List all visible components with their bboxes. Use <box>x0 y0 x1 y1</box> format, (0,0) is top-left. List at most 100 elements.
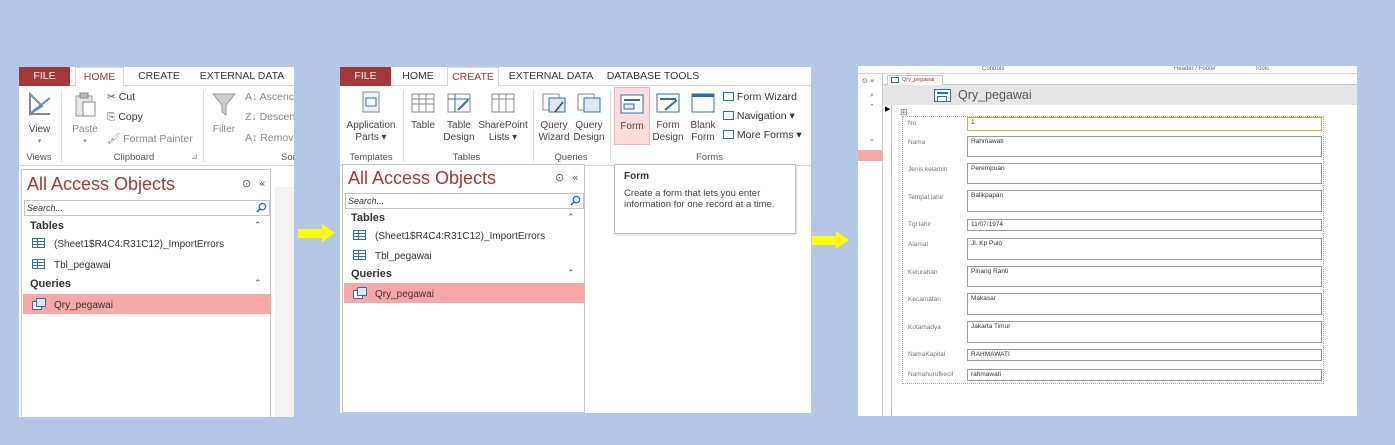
form-label: Form <box>620 121 644 132</box>
collapse-pane-icon[interactable]: « <box>572 171 579 184</box>
query-wizard-button[interactable]: Query Wizard <box>537 90 571 144</box>
navigation-button[interactable]: Navigation ▾ <box>723 110 795 122</box>
cut-button[interactable]: ✂ Cut <box>107 91 135 103</box>
sharepoint-lists-button[interactable]: SharePoint Lists ▾ <box>477 90 529 144</box>
tab-create[interactable]: CREATE <box>132 67 186 86</box>
dialog-launcher-icon[interactable]: ⊿ <box>191 152 198 161</box>
nav-pane-title[interactable]: All Access Objects <box>348 168 496 189</box>
query-design-button[interactable]: Query Design <box>572 90 606 144</box>
sharepoint-label-2: Lists ▾ <box>488 132 518 143</box>
tab-home[interactable]: HOME <box>75 67 124 87</box>
tools-group-label: Tools <box>1255 66 1270 72</box>
selected-query-indicator[interactable] <box>858 150 882 161</box>
paste-label: Paste <box>72 124 98 135</box>
nav-menu-icon[interactable]: ⊙ <box>242 177 251 190</box>
nav-item-table[interactable]: Tbl_pegawai <box>353 250 432 262</box>
form-button[interactable]: Form <box>614 87 650 145</box>
field-kotamadya[interactable]: Jakarta Timur <box>967 321 1322 343</box>
filter-button[interactable]: Filter <box>208 90 240 136</box>
search-icon[interactable] <box>570 195 581 206</box>
table-button[interactable]: Table <box>407 90 439 132</box>
field-label-tgl-lahir: Tgl lahir <box>908 221 932 228</box>
copy-button[interactable]: ⎘ Copy <box>107 111 143 124</box>
tab-external-data[interactable]: EXTERNAL DATA <box>197 67 287 86</box>
collapse-section-icon[interactable]: ⌃ <box>567 213 575 223</box>
format-painter-button[interactable]: 🖌 Format Painter <box>107 132 193 145</box>
field-tgl-lahir[interactable]: 11/07/1974 <box>967 219 1322 231</box>
form-icon <box>934 89 951 102</box>
table-design-label: Table <box>447 120 471 131</box>
collapse-section-icon[interactable]: ⌃ <box>869 138 875 146</box>
controls-group-label: Controls <box>982 66 1005 72</box>
field-label-alamat: Alamat <box>908 241 929 248</box>
object-label: (Sheet1$R4C4:R31C12)_ImportErrors <box>375 231 546 242</box>
search-input[interactable]: Search... <box>24 200 270 216</box>
field-label-nama: Nama <box>908 139 926 146</box>
field-namakapital[interactable]: RAHMAWATI <box>967 349 1322 361</box>
nav-item-table[interactable]: (Sheet1$R4C4:R31C12)_ImportErrors <box>353 230 545 242</box>
field-alamat[interactable]: Jl. Kp Pulo <box>967 238 1322 260</box>
form-header: Qry_pegawai <box>883 85 1357 105</box>
collapse-section-icon[interactable]: ⌃ <box>567 269 575 279</box>
document-tab-qry-pegawai[interactable]: Qry_pegawai <box>887 75 944 85</box>
search-placeholder: Search... <box>348 196 385 206</box>
navigation-pane: All Access Objects ⊙ « Search... Tables … <box>21 169 271 417</box>
search-input[interactable]: Search... <box>345 193 584 209</box>
tab-create[interactable]: CREATE <box>447 67 499 87</box>
more-forms-button[interactable]: More Forms ▾ <box>723 129 802 141</box>
nav-item-query-selected[interactable]: Qry_pegawai <box>23 294 271 314</box>
current-record-icon: ▶ <box>885 105 891 113</box>
query-wizard-label-2: Wizard <box>538 132 570 143</box>
tables-section-header[interactable]: Tables <box>30 220 64 232</box>
search-icon[interactable] <box>256 202 267 213</box>
search-icon[interactable]: ⌕ <box>870 91 874 100</box>
queries-section-header[interactable]: Queries <box>351 268 392 280</box>
sort-ascending-button[interactable]: A↓ Ascenc <box>245 91 294 103</box>
tables-section-header[interactable]: Tables <box>351 212 385 224</box>
form-wizard-label: Form Wizard <box>736 91 798 103</box>
nav-menu-icon[interactable]: ⊙ « <box>862 77 874 85</box>
more-forms-label: More Forms ▾ <box>736 129 802 141</box>
nav-menu-icon[interactable]: ⊙ <box>555 171 564 184</box>
document-tabs: Qry_pegawai <box>883 74 1357 85</box>
collapse-pane-icon[interactable]: « <box>259 177 266 190</box>
tab-database-tools[interactable]: DATABASE TOOLS <box>606 67 700 86</box>
field-label-namahurufkecil: Namahurufkecil <box>908 371 954 378</box>
tab-external-data[interactable]: EXTERNAL DATA <box>507 67 595 86</box>
tab-home[interactable]: HOME <box>396 67 440 86</box>
sort-descending-button[interactable]: Z↓ Descen <box>245 111 294 123</box>
field-no[interactable]: 1 <box>967 117 1322 131</box>
views-group-label: Views <box>26 152 52 163</box>
dropdown-arrow-icon: ▾ <box>37 138 42 145</box>
nav-pane-title[interactable]: All Access Objects <box>27 174 175 195</box>
form-design-label: Form <box>656 120 680 131</box>
queries-section-header[interactable]: Queries <box>30 278 71 290</box>
remove-sort-button[interactable]: A↕ Remov <box>245 132 293 144</box>
field-jenis-kelamin[interactable]: Perempuan <box>967 163 1322 184</box>
application-parts-button[interactable]: Application Parts ▾ <box>342 90 400 144</box>
access-form-view: Controls Header / Footer Tools ⊙ « ⌕ ⌃ ⌃… <box>858 66 1357 416</box>
collapse-section-icon[interactable]: ⌃ <box>869 103 875 111</box>
field-nama[interactable]: Rahmawati <box>967 136 1322 157</box>
nav-item-table[interactable]: Tbl_pegawai <box>32 259 111 271</box>
field-namahurufkecil[interactable]: rahmawati <box>967 369 1322 381</box>
tab-file[interactable]: FILE <box>340 67 391 86</box>
nav-item-table[interactable]: (Sheet1$R4C4:R31C12)_ImportErrors <box>32 238 224 250</box>
field-kecamatan[interactable]: Makasar <box>967 293 1322 315</box>
form-design-button[interactable]: Form Design <box>651 90 685 144</box>
collapse-section-icon[interactable]: ⌃ <box>254 221 262 231</box>
record-selector[interactable]: ▶ <box>883 105 892 416</box>
nav-item-query-selected[interactable]: Qry_pegawai <box>344 283 584 303</box>
view-button[interactable]: View ▾ <box>22 90 57 148</box>
collapse-section-icon[interactable]: ⌃ <box>254 279 262 289</box>
table-icon <box>32 238 45 248</box>
field-kelurahan[interactable]: Pinang Ranti <box>967 266 1322 287</box>
paste-button[interactable]: Paste ▾ <box>66 90 104 148</box>
blank-form-button[interactable]: Blank Form <box>686 90 720 144</box>
separator <box>610 90 611 162</box>
form-wizard-button[interactable]: Form Wizard <box>723 91 797 103</box>
table-design-button[interactable]: Table Design <box>442 90 476 144</box>
field-tempat-lahir[interactable]: Balikpapan <box>967 190 1322 212</box>
clipboard-group-label: Clipboard <box>113 152 155 163</box>
tab-file[interactable]: FILE <box>19 67 70 86</box>
